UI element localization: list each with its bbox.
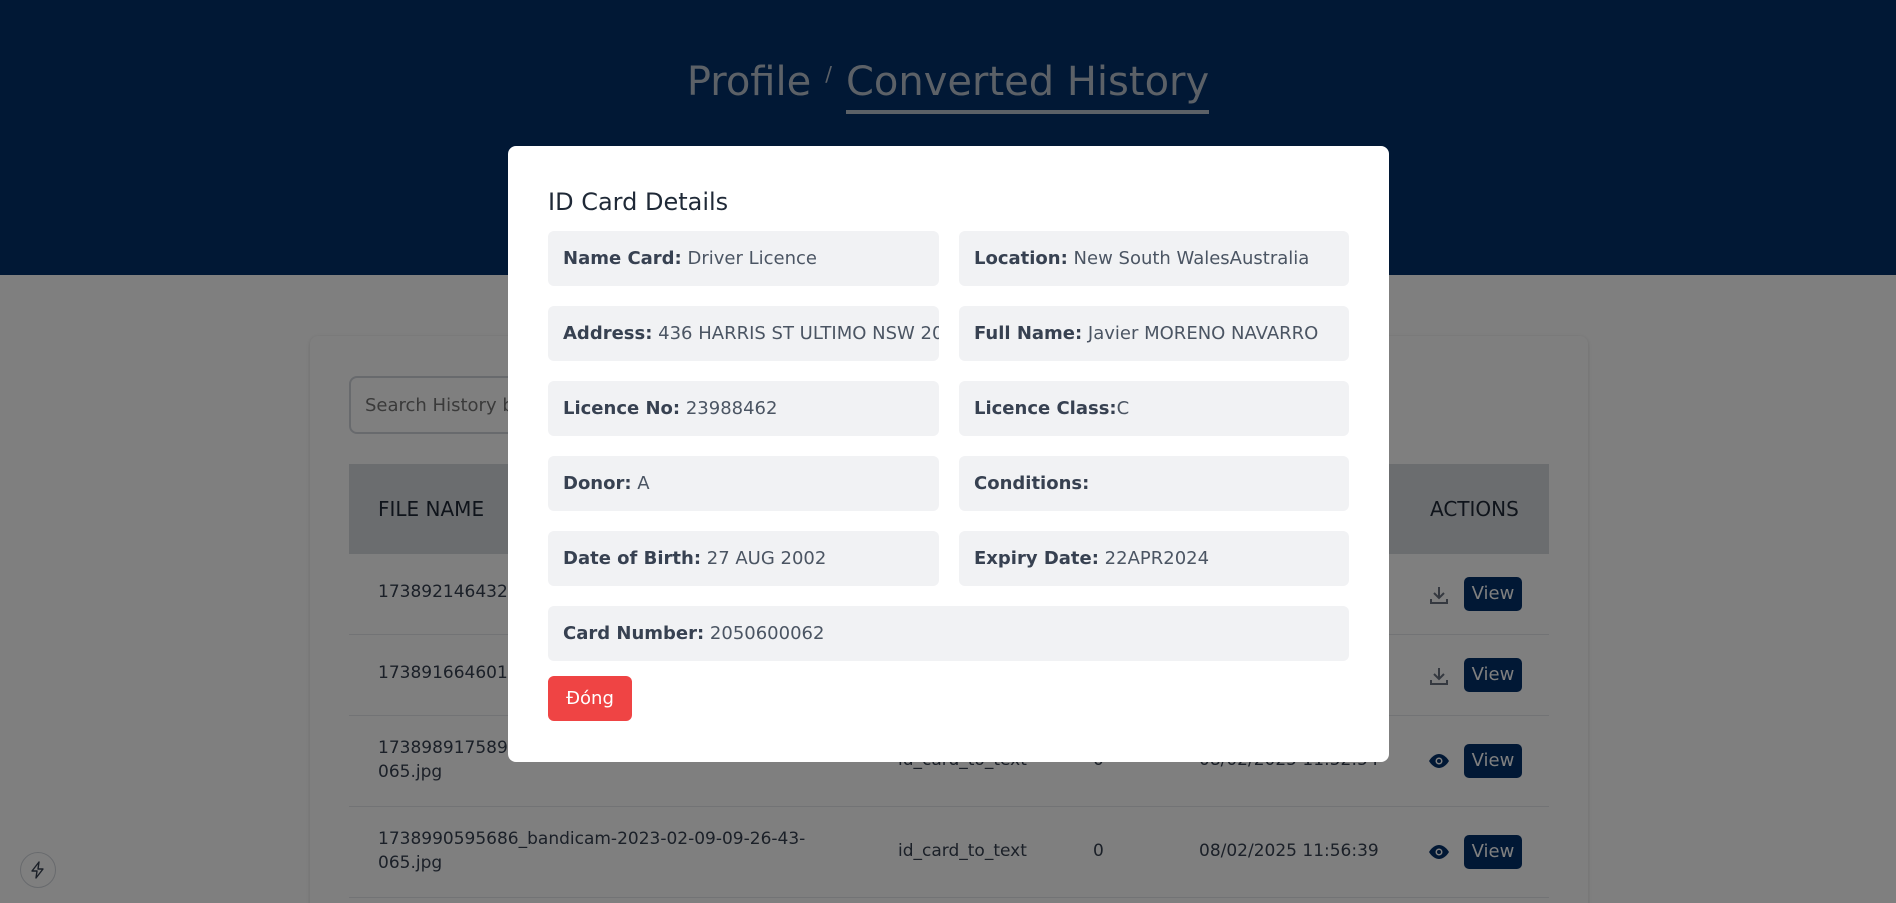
field-value: 436 HARRIS ST ULTIMO NSW 2007 xyxy=(652,323,939,344)
field-label: Licence No: xyxy=(563,398,681,419)
field-label: Full Name: xyxy=(974,323,1083,344)
field-label: Address: xyxy=(563,323,653,344)
field-licence-class: Licence Class:C xyxy=(959,381,1349,436)
field-address: Address: 436 HARRIS ST ULTIMO NSW 2007 xyxy=(548,306,939,361)
field-value: Javier MORENO NAVARRO xyxy=(1082,323,1319,344)
field-label: Expiry Date: xyxy=(974,548,1099,569)
field-label: Name Card: xyxy=(563,248,682,269)
field-full-name: Full Name: Javier MORENO NAVARRO xyxy=(959,306,1349,361)
field-value: A xyxy=(631,473,650,494)
field-date-of-birth: Date of Birth: 27 AUG 2002 xyxy=(548,531,939,586)
field-label: Licence Class: xyxy=(974,398,1117,419)
field-label: Conditions: xyxy=(974,473,1090,494)
field-licence-no: Licence No: 23988462 xyxy=(548,381,939,436)
field-value: C xyxy=(1116,398,1130,419)
field-location: Location: New South WalesAustralia xyxy=(959,231,1349,286)
field-conditions: Conditions: xyxy=(959,456,1349,511)
field-value: 22APR2024 xyxy=(1098,548,1210,569)
field-value: Driver Licence xyxy=(681,248,817,269)
modal-title: ID Card Details xyxy=(548,188,729,216)
close-button[interactable]: Đóng xyxy=(548,676,632,721)
field-label: Location: xyxy=(974,248,1068,269)
field-name-card: Name Card: Driver Licence xyxy=(548,231,939,286)
field-value: New South WalesAustralia xyxy=(1067,248,1310,269)
field-value: 2050600062 xyxy=(704,623,825,644)
field-label: Donor: xyxy=(563,473,632,494)
field-expiry-date: Expiry Date: 22APR2024 xyxy=(959,531,1349,586)
id-card-details-modal: ID Card Details Name Card: Driver Licenc… xyxy=(508,146,1389,762)
field-label: Card Number: xyxy=(563,623,705,644)
field-donor: Donor: A xyxy=(548,456,939,511)
field-value: 23988462 xyxy=(680,398,778,419)
field-card-number: Card Number: 2050600062 xyxy=(548,606,1349,661)
field-label: Date of Birth: xyxy=(563,548,702,569)
field-value: 27 AUG 2002 xyxy=(701,548,827,569)
